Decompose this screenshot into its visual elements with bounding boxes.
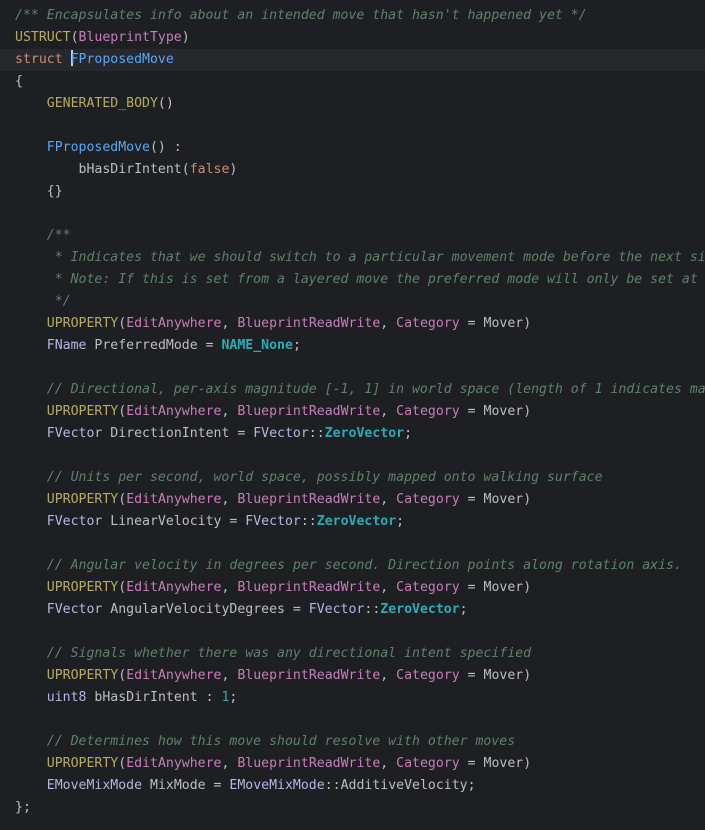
code-line[interactable]: {: [15, 71, 23, 93]
code-line[interactable]: FVector LinearVelocity = FVector::ZeroVe…: [15, 511, 404, 533]
code-line[interactable]: EMoveMixMode MixMode = EMoveMixMode::Add…: [15, 775, 476, 797]
code-line[interactable]: // Angular velocity in degrees per secon…: [15, 555, 682, 577]
code-line[interactable]: // Signals whether there was any directi…: [15, 643, 531, 665]
code-line[interactable]: * Indicates that we should switch to a p…: [15, 247, 705, 269]
code-line[interactable]: bHasDirIntent(false): [15, 159, 238, 181]
code-line[interactable]: struct FProposedMove: [15, 49, 174, 71]
code-line[interactable]: USTRUCT(BlueprintType): [15, 27, 190, 49]
code-line[interactable]: FVector AngularVelocityDegrees = FVector…: [15, 599, 468, 621]
code-line[interactable]: GENERATED_BODY(): [15, 93, 174, 115]
code-editor[interactable]: /** Encapsulates info about an intended …: [0, 0, 705, 830]
code-line[interactable]: // Directional, per-axis magnitude [-1, …: [15, 379, 705, 401]
code-line[interactable]: UPROPERTY(EditAnywhere, BlueprintReadWri…: [15, 577, 531, 599]
code-line[interactable]: // Determines how this move should resol…: [15, 731, 515, 753]
code-line[interactable]: UPROPERTY(EditAnywhere, BlueprintReadWri…: [15, 313, 531, 335]
code-line[interactable]: // Units per second, world space, possib…: [15, 467, 603, 489]
code-line[interactable]: * Note: If this is set from a layered mo…: [15, 269, 698, 291]
code-line[interactable]: UPROPERTY(EditAnywhere, BlueprintReadWri…: [15, 753, 531, 775]
code-line[interactable]: {}: [15, 181, 63, 203]
code-line[interactable]: /**: [15, 225, 71, 247]
code-line[interactable]: UPROPERTY(EditAnywhere, BlueprintReadWri…: [15, 489, 531, 511]
code-line[interactable]: FVector DirectionIntent = FVector::ZeroV…: [15, 423, 412, 445]
code-line[interactable]: };: [15, 797, 31, 819]
code-line[interactable]: uint8 bHasDirIntent : 1;: [15, 687, 238, 709]
code-line[interactable]: FProposedMove() :: [15, 137, 182, 159]
code-line[interactable]: FName PreferredMode = NAME_None;: [15, 335, 301, 357]
code-line[interactable]: UPROPERTY(EditAnywhere, BlueprintReadWri…: [15, 401, 531, 423]
code-line[interactable]: */: [15, 291, 71, 313]
code-line[interactable]: UPROPERTY(EditAnywhere, BlueprintReadWri…: [15, 665, 531, 687]
code-line[interactable]: /** Encapsulates info about an intended …: [15, 5, 587, 27]
